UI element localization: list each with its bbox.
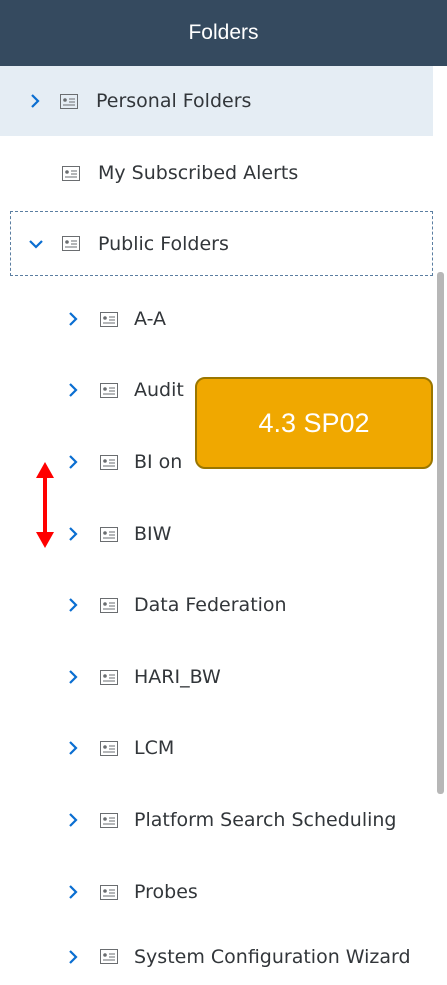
tree-item-label: HARI_BW: [134, 666, 221, 688]
chevron-right-icon[interactable]: [26, 92, 44, 110]
folder-card-icon: [100, 311, 118, 327]
tree-item-label: My Subscribed Alerts: [98, 162, 299, 184]
folder-card-icon: [100, 382, 118, 398]
folders-header: Folders: [0, 0, 447, 66]
double-arrow-icon: [34, 462, 56, 548]
chevron-right-icon[interactable]: [64, 811, 82, 829]
tree-item-child[interactable]: LCM: [0, 713, 433, 783]
chevron-right-icon[interactable]: [64, 525, 82, 543]
chevron-right-icon[interactable]: [64, 883, 82, 901]
tree-item-personal-folders[interactable]: Personal Folders: [0, 66, 433, 136]
tree-item-child[interactable]: Data Federation: [0, 570, 433, 640]
folder-card-icon: [100, 884, 118, 900]
tree-item-child[interactable]: System Configuration Wizard: [0, 928, 433, 985]
folder-card-icon: [100, 669, 118, 685]
tree-item-child[interactable]: HARI_BW: [0, 642, 433, 712]
tree-item-label: LCM: [134, 737, 175, 759]
tree-item-label: Personal Folders: [96, 90, 252, 112]
tree-item-label: Probes: [134, 881, 198, 903]
version-label: 4.3 SP02: [258, 407, 370, 438]
folder-card-icon: [100, 812, 118, 828]
tree-item-label: BI on: [134, 451, 183, 473]
tree-item-label: System Configuration Wizard: [134, 945, 411, 968]
scrollbar-thumb[interactable]: [437, 272, 444, 794]
tree-item-label: Data Federation: [134, 594, 287, 616]
tree-item-label: Public Folders: [98, 232, 229, 255]
chevron-right-icon[interactable]: [64, 596, 82, 614]
folder-card-icon: [60, 93, 78, 109]
tree-item-child[interactable]: BIW: [0, 499, 433, 569]
chevron-right-icon[interactable]: [64, 948, 82, 966]
tree-item-label: Audit: [134, 379, 184, 401]
folder-card-icon: [100, 740, 118, 756]
tree-item-label: Platform Search Scheduling: [134, 809, 397, 831]
folder-card-icon: [100, 454, 118, 470]
folder-card-icon: [100, 597, 118, 613]
folder-card-icon: [62, 236, 80, 252]
chevron-right-icon[interactable]: [64, 739, 82, 757]
folder-card-icon: [62, 165, 80, 181]
chevron-right-icon[interactable]: [64, 381, 82, 399]
tree-item-child[interactable]: Platform Search Scheduling: [0, 785, 433, 855]
tree-item-public-folders[interactable]: Public Folders: [10, 211, 433, 276]
chevron-right-icon[interactable]: [64, 310, 82, 328]
folder-card-icon: [100, 526, 118, 542]
tree-item-label: BIW: [134, 523, 172, 545]
tree-item-label: A-A: [134, 308, 167, 330]
tree-item-child[interactable]: A-A: [0, 284, 433, 354]
chevron-right-icon[interactable]: [64, 453, 82, 471]
version-callout: 4.3 SP02: [195, 377, 433, 469]
folder-card-icon: [100, 949, 118, 965]
tree-item-child[interactable]: Probes: [0, 857, 433, 927]
tree-item-subscribed-alerts[interactable]: My Subscribed Alerts: [0, 138, 433, 208]
chevron-right-icon[interactable]: [64, 668, 82, 686]
chevron-down-icon[interactable]: [27, 235, 45, 253]
header-title: Folders: [188, 21, 259, 44]
